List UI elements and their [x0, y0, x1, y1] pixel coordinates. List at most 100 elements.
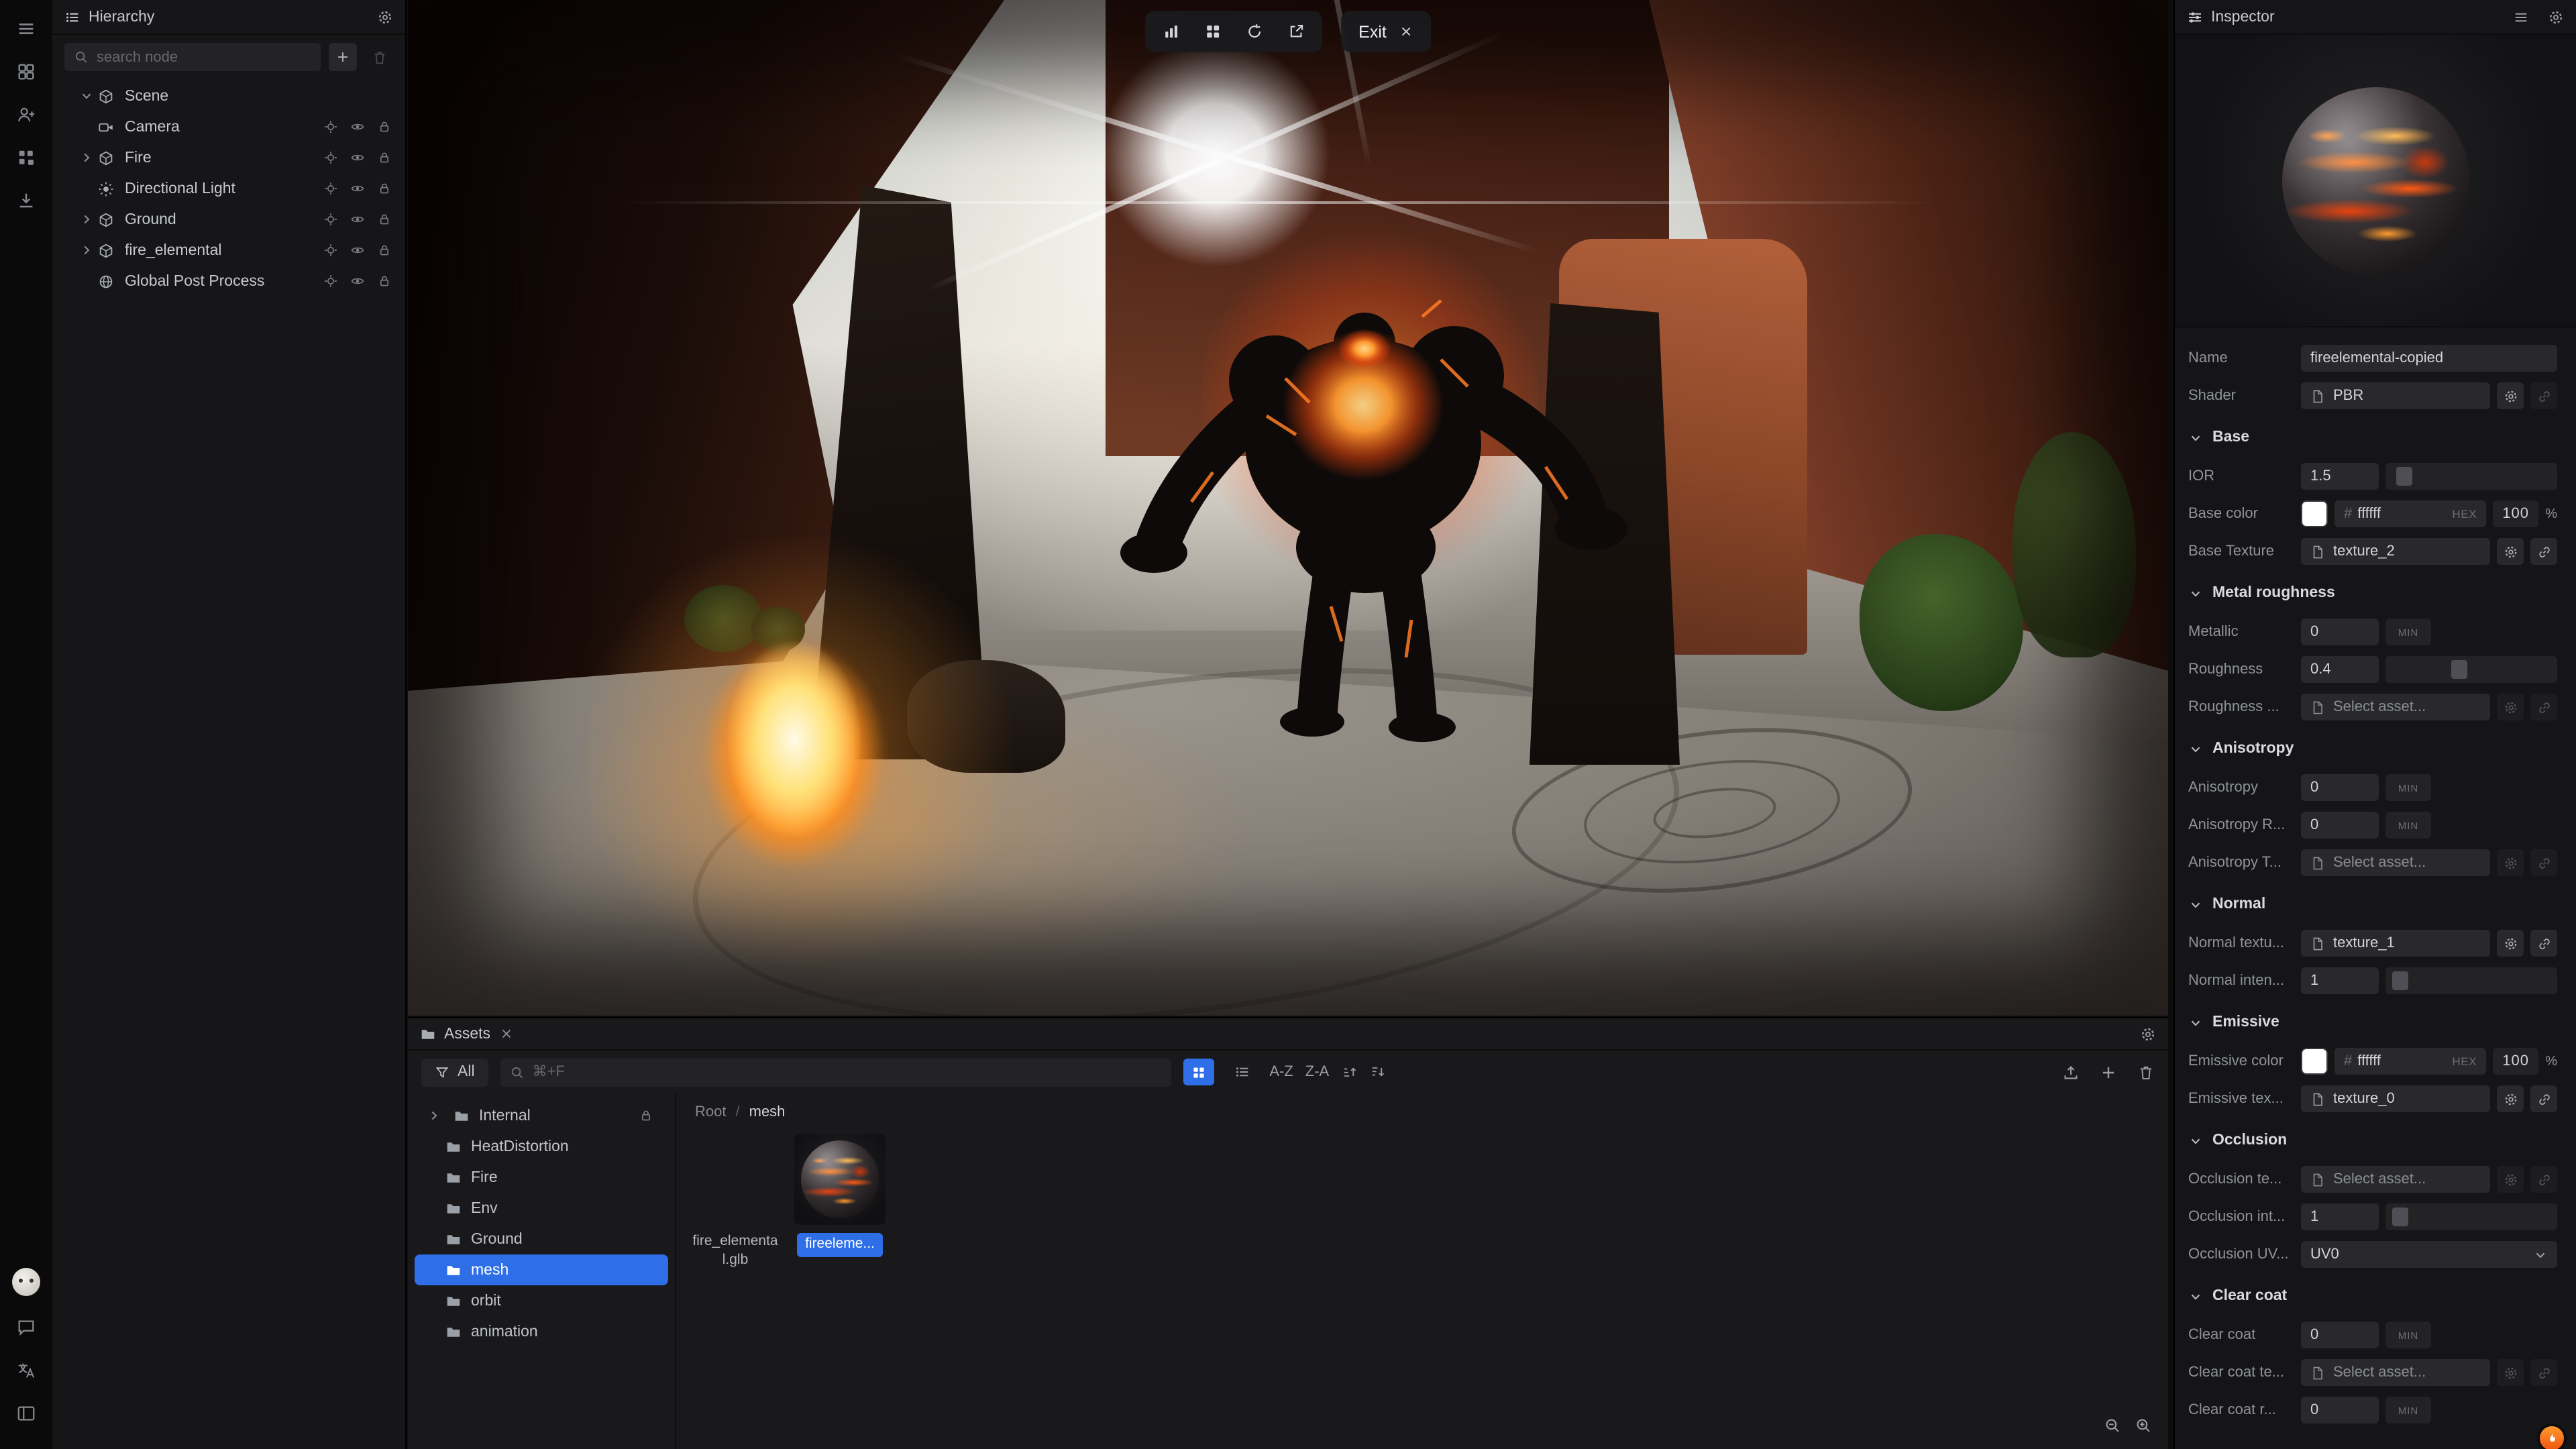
- close-icon[interactable]: [1399, 24, 1413, 39]
- tree-node-scene[interactable]: Scene: [52, 80, 405, 111]
- hierarchy-search[interactable]: [64, 43, 321, 71]
- link-button[interactable]: [2530, 694, 2557, 720]
- section-anisotropy[interactable]: Anisotropy: [2175, 733, 2576, 765]
- gear-button[interactable]: [2497, 849, 2524, 876]
- panel-toggle-icon[interactable]: [9, 1395, 44, 1430]
- add-node-button[interactable]: [329, 43, 357, 71]
- tree-node-fire[interactable]: Fire: [52, 142, 405, 173]
- filter-all-button[interactable]: All: [421, 1058, 488, 1086]
- breadcrumb-root[interactable]: Root: [695, 1104, 727, 1120]
- asset-select-field[interactable]: Select asset...: [2301, 1166, 2490, 1193]
- zoom-in-icon[interactable]: [2135, 1417, 2152, 1434]
- folder-fire[interactable]: Fire: [408, 1162, 675, 1193]
- link-button[interactable]: [2530, 1085, 2557, 1112]
- asset-item-material-selected[interactable]: fireeleme...: [792, 1134, 888, 1256]
- chevron-right-icon[interactable]: [79, 243, 97, 258]
- link-button[interactable]: [2530, 382, 2557, 409]
- color-swatch[interactable]: [2301, 500, 2328, 527]
- search-input[interactable]: [97, 49, 311, 65]
- lock-icon[interactable]: [377, 181, 392, 196]
- gear-button[interactable]: [2497, 1166, 2524, 1193]
- gear-button[interactable]: [2497, 694, 2524, 720]
- link-button[interactable]: [2530, 1166, 2557, 1193]
- refresh-icon[interactable]: [1246, 23, 1263, 40]
- gear-button[interactable]: [2497, 1359, 2524, 1386]
- normal-intensity-input[interactable]: 1: [2301, 967, 2379, 994]
- folder-ground[interactable]: Ground: [408, 1224, 675, 1254]
- avatar[interactable]: [12, 1268, 40, 1296]
- lock-icon[interactable]: [377, 212, 392, 227]
- folder-env[interactable]: Env: [408, 1193, 675, 1224]
- link-button[interactable]: [2530, 930, 2557, 957]
- section-metal-roughness[interactable]: Metal roughness: [2175, 577, 2576, 609]
- occlusion-intensity-input[interactable]: 1: [2301, 1203, 2379, 1230]
- roughness-slider[interactable]: [2385, 656, 2557, 683]
- min-field[interactable]: MIN: [2385, 1397, 2431, 1424]
- hex-input[interactable]: #ffffffHEX: [2334, 500, 2486, 527]
- menu-icon[interactable]: [9, 11, 44, 46]
- focus-icon[interactable]: [323, 212, 338, 227]
- eye-icon[interactable]: [350, 181, 365, 196]
- chevron-right-icon[interactable]: [79, 212, 97, 227]
- clear-coat-roughness-input[interactable]: 0: [2301, 1397, 2379, 1424]
- asset-item-glb[interactable]: fire_elemental.glb: [687, 1134, 784, 1270]
- tree-node-fire-elemental[interactable]: fire_elemental: [52, 235, 405, 266]
- metallic-input[interactable]: 0: [2301, 619, 2379, 645]
- download-icon[interactable]: [9, 182, 44, 217]
- min-field[interactable]: MIN: [2385, 1322, 2431, 1348]
- min-field[interactable]: MIN: [2385, 619, 2431, 645]
- section-base[interactable]: Base: [2175, 421, 2576, 453]
- folder-heatdistortion[interactable]: HeatDistortion: [408, 1131, 675, 1162]
- eye-icon[interactable]: [350, 243, 365, 258]
- gear-button[interactable]: [2497, 930, 2524, 957]
- lock-icon[interactable]: [377, 119, 392, 134]
- chevron-right-icon[interactable]: [79, 150, 97, 165]
- section-occlusion[interactable]: Occlusion: [2175, 1124, 2576, 1157]
- stats-icon[interactable]: [1163, 23, 1180, 40]
- link-button[interactable]: [2530, 849, 2557, 876]
- shader-field[interactable]: PBR: [2301, 382, 2490, 409]
- lock-icon[interactable]: [377, 243, 392, 258]
- close-icon[interactable]: [498, 1026, 513, 1041]
- menu-icon[interactable]: [2513, 9, 2529, 25]
- notification-badge[interactable]: [2540, 1426, 2564, 1449]
- chevron-right-icon[interactable]: [427, 1108, 443, 1123]
- viewport-3d[interactable]: Exit: [408, 0, 2168, 1016]
- add-asset-icon[interactable]: [2100, 1063, 2117, 1081]
- sort-az-button[interactable]: A-Z: [1269, 1064, 1293, 1080]
- translate-icon[interactable]: [9, 1352, 44, 1387]
- focus-icon[interactable]: [323, 181, 338, 196]
- folder-orbit[interactable]: orbit: [408, 1285, 675, 1316]
- upload-icon[interactable]: [2062, 1063, 2080, 1081]
- section-clear-coat[interactable]: Clear coat: [2175, 1280, 2576, 1312]
- chat-icon[interactable]: [9, 1309, 44, 1344]
- share-icon[interactable]: [1287, 23, 1305, 40]
- gear-button[interactable]: [2497, 538, 2524, 565]
- eye-icon[interactable]: [350, 274, 365, 288]
- delete-node-button[interactable]: [365, 43, 393, 71]
- focus-icon[interactable]: [323, 119, 338, 134]
- eye-icon[interactable]: [350, 150, 365, 165]
- ior-input[interactable]: 1.5: [2301, 463, 2379, 490]
- hex-input[interactable]: #ffffffHEX: [2334, 1048, 2486, 1075]
- focus-icon[interactable]: [323, 150, 338, 165]
- clear-coat-input[interactable]: 0: [2301, 1322, 2379, 1348]
- folder-animation[interactable]: animation: [408, 1316, 675, 1347]
- chevron-down-icon[interactable]: [79, 89, 97, 103]
- roughness-input[interactable]: 0.4: [2301, 656, 2379, 683]
- add-user-icon[interactable]: [9, 97, 44, 131]
- assets-search[interactable]: [500, 1058, 1172, 1086]
- sort-za-button[interactable]: Z-A: [1305, 1064, 1329, 1080]
- ior-slider[interactable]: [2385, 463, 2557, 490]
- zoom-out-icon[interactable]: [2104, 1417, 2121, 1434]
- gear-button[interactable]: [2497, 1085, 2524, 1112]
- tree-node-camera[interactable]: Camera: [52, 111, 405, 142]
- color-swatch[interactable]: [2301, 1048, 2328, 1075]
- delete-asset-icon[interactable]: [2137, 1063, 2155, 1081]
- min-field[interactable]: MIN: [2385, 812, 2431, 839]
- min-field[interactable]: MIN: [2385, 774, 2431, 801]
- alpha-input[interactable]: 100: [2493, 500, 2538, 527]
- extensions-icon[interactable]: [9, 140, 44, 174]
- list-view-button[interactable]: [1226, 1059, 1257, 1085]
- sort-desc-icon[interactable]: [1369, 1064, 1385, 1080]
